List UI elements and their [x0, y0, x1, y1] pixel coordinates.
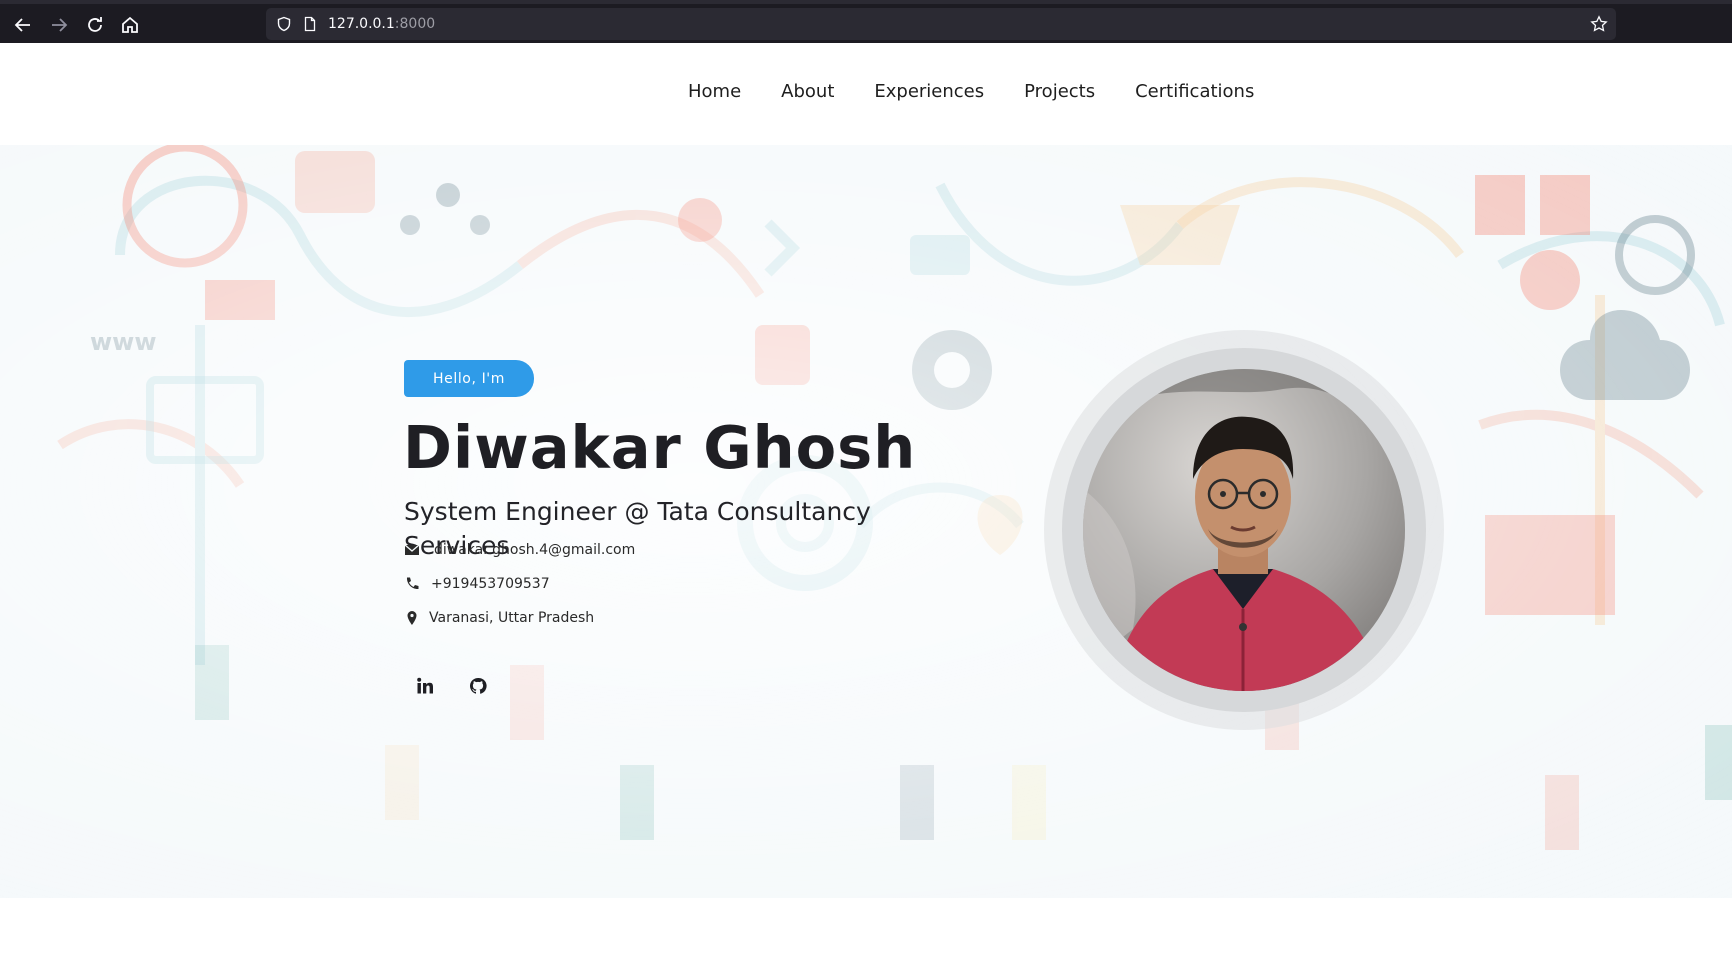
map-marker-icon — [404, 610, 420, 626]
browser-toolbar: 127.0.0.1:8000 — [0, 0, 1732, 43]
page-icon — [302, 16, 318, 32]
site-header: Home About Experiences Projects Certific… — [0, 43, 1732, 145]
greeting-badge: Hello, I'm — [404, 360, 534, 397]
contact-phone[interactable]: +919453709537 — [404, 576, 550, 592]
nav-home[interactable]: Home — [688, 81, 741, 102]
back-icon[interactable] — [11, 13, 35, 37]
url-port: :8000 — [394, 16, 436, 32]
linkedin-link[interactable] — [405, 666, 445, 706]
shield-icon[interactable] — [276, 16, 292, 32]
hero-name: Diwakar Ghosh — [403, 413, 917, 482]
envelope-icon — [404, 542, 420, 558]
url-bar[interactable]: 127.0.0.1:8000 — [266, 8, 1616, 40]
web-page: www Hello, I'm Diwakar Ghosh System Engi… — [0, 43, 1732, 958]
nav-projects[interactable]: Projects — [1024, 81, 1095, 102]
linkedin-icon — [417, 677, 433, 694]
main-nav: Home About Experiences Projects Certific… — [688, 81, 1254, 102]
location-text: Varanasi, Uttar Pradesh — [429, 610, 595, 626]
phone-icon — [404, 576, 420, 592]
nav-about[interactable]: About — [781, 81, 834, 102]
email-text[interactable]: diwakar.ghosh.4@gmail.com — [434, 542, 635, 558]
hero-section: www Hello, I'm Diwakar Ghosh System Engi… — [0, 145, 1732, 898]
bookmark-star-icon[interactable] — [1590, 15, 1608, 33]
github-link[interactable] — [458, 666, 498, 706]
nav-certifications[interactable]: Certifications — [1135, 81, 1254, 102]
reload-icon[interactable] — [83, 13, 107, 37]
github-icon — [469, 677, 487, 694]
contact-location: Varanasi, Uttar Pradesh — [404, 610, 594, 626]
nav-experiences[interactable]: Experiences — [874, 81, 984, 102]
url-host: 127.0.0.1 — [328, 16, 395, 32]
phone-text[interactable]: +919453709537 — [431, 576, 550, 592]
profile-photo — [1083, 369, 1405, 691]
contact-email[interactable]: diwakar.ghosh.4@gmail.com — [404, 542, 635, 558]
home-icon[interactable] — [118, 13, 142, 37]
url-text[interactable]: 127.0.0.1:8000 — [328, 16, 435, 32]
forward-icon[interactable] — [47, 13, 71, 37]
